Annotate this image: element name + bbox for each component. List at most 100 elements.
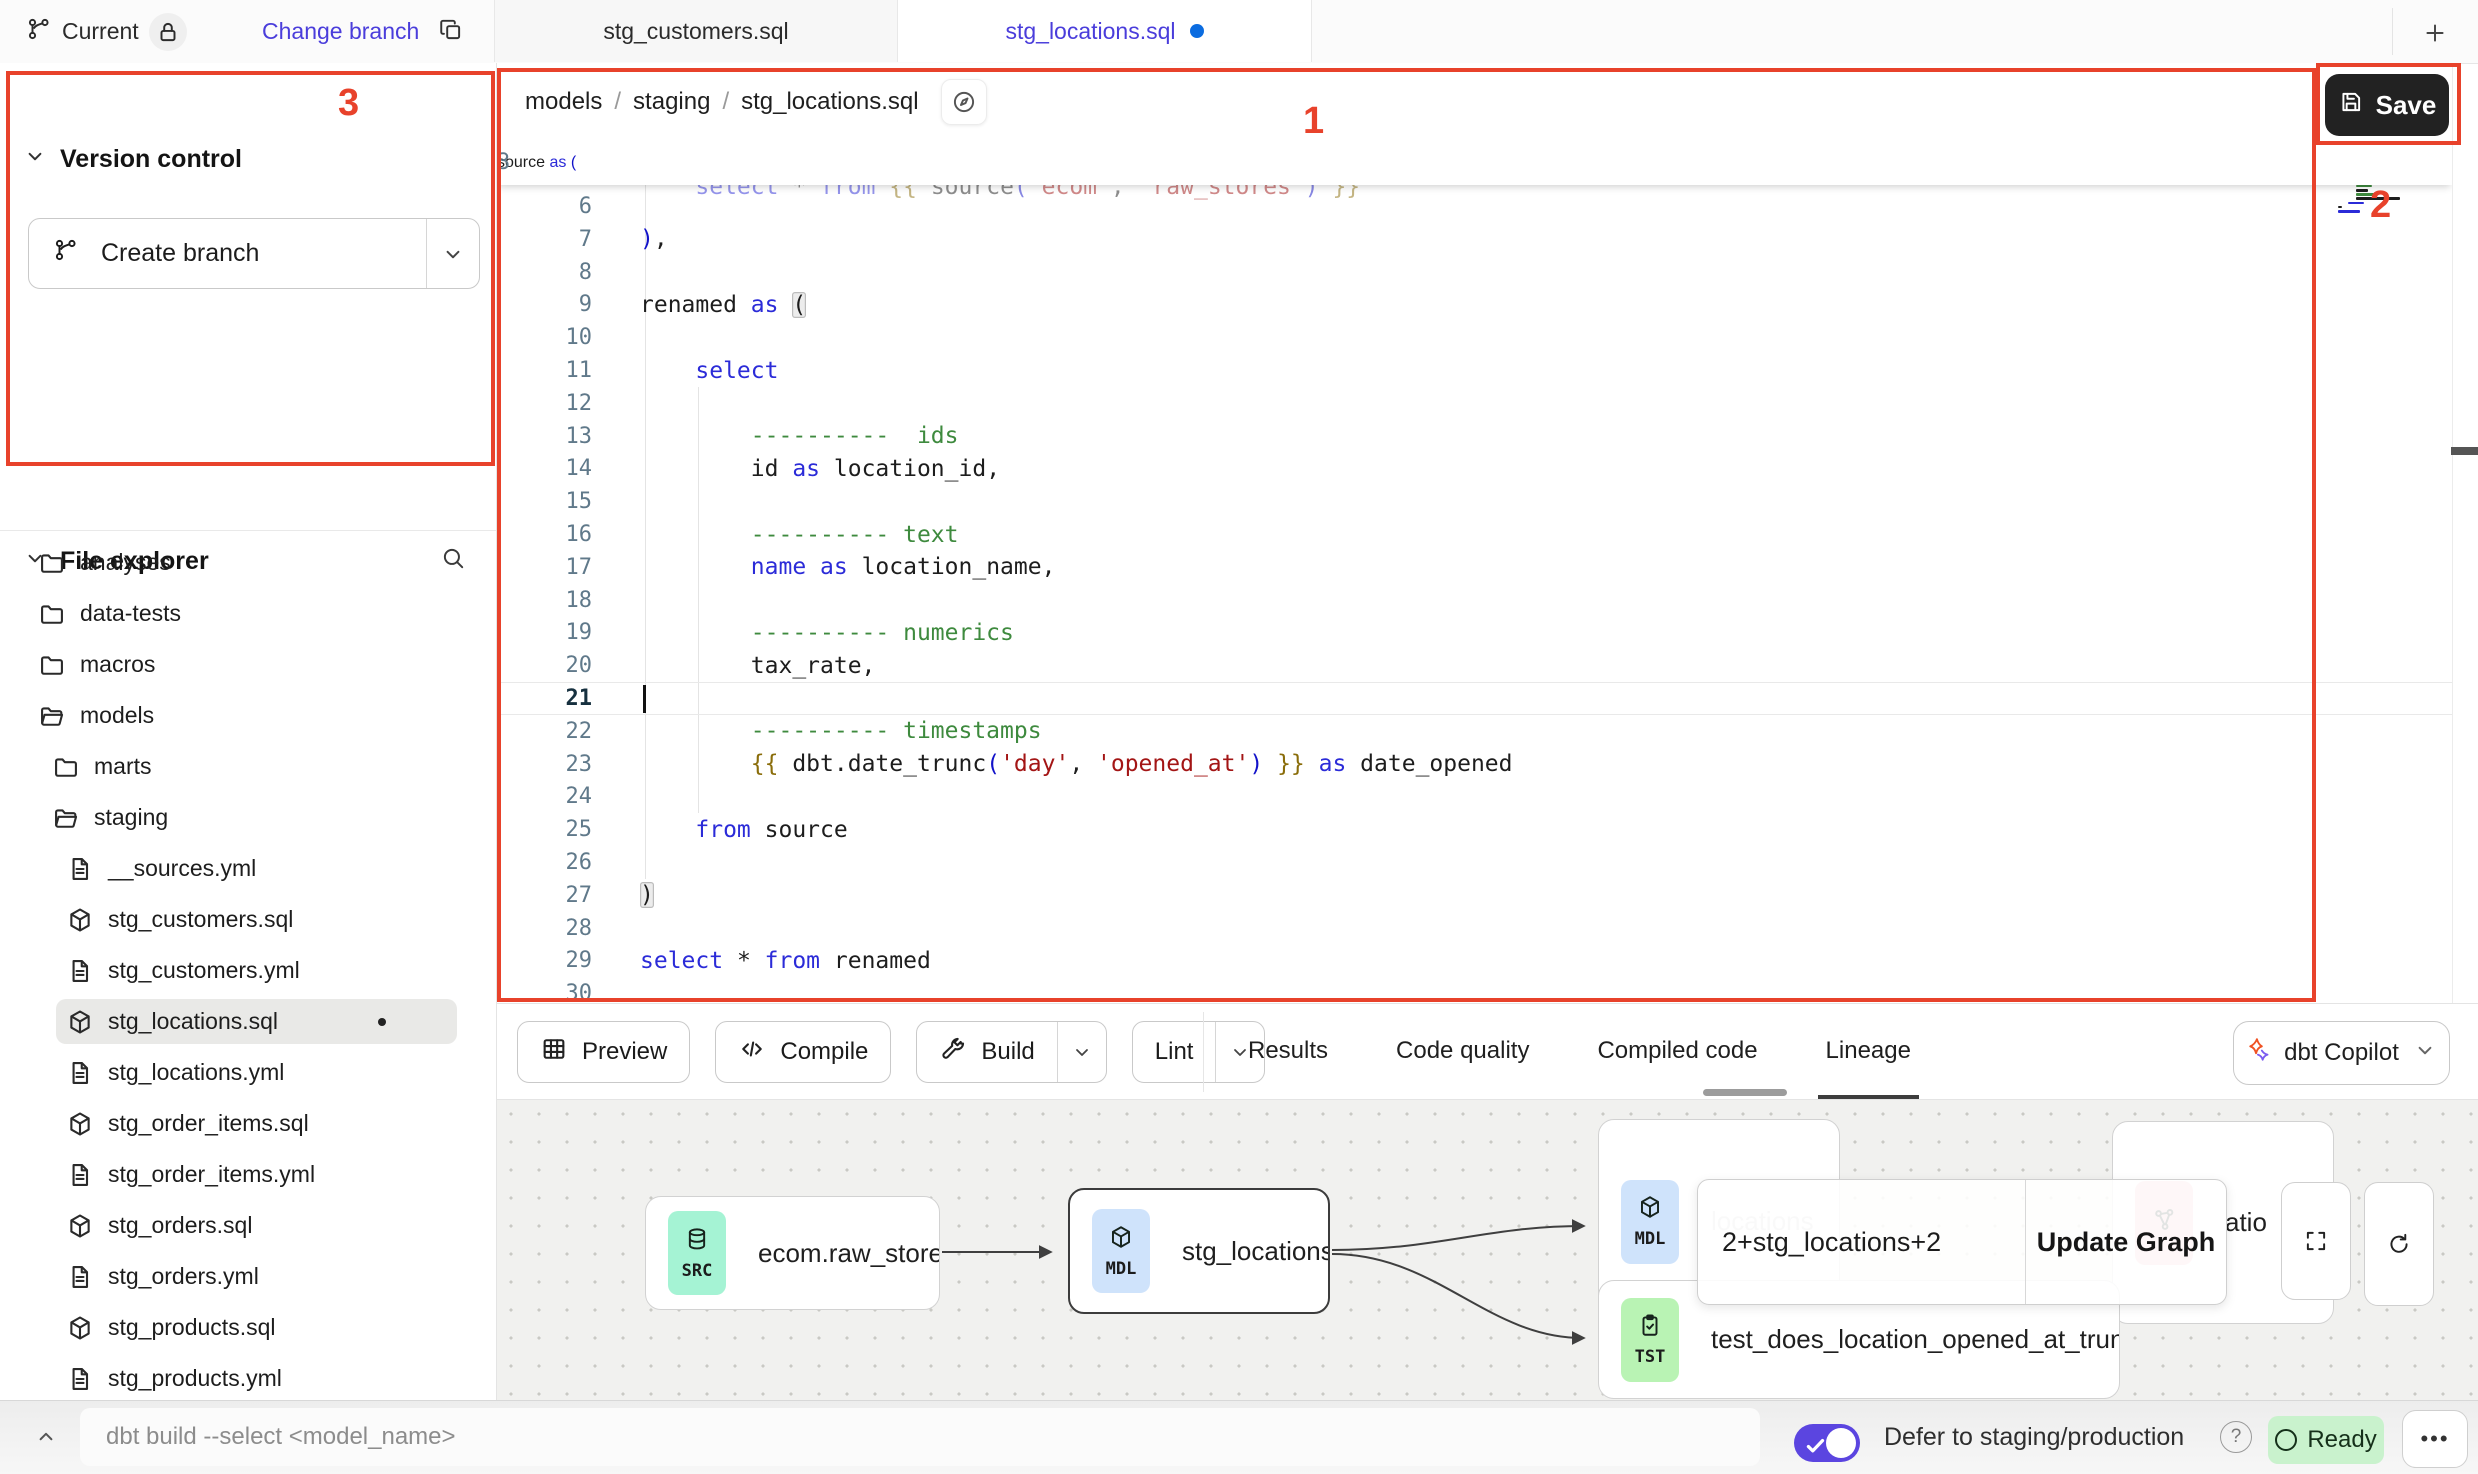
folder-open-icon — [52, 804, 80, 832]
doc-icon — [66, 1365, 94, 1393]
sidebar-item-macros[interactable]: macros — [0, 639, 497, 690]
new-tab-button[interactable] — [2420, 18, 2450, 48]
version-control-header[interactable]: Version control — [22, 143, 242, 176]
defer-label: Defer to staging/production — [1884, 1411, 2184, 1463]
command-input[interactable]: dbt build --select <model_name> — [80, 1408, 1760, 1466]
breadcrumb-segment[interactable]: staging — [633, 88, 710, 116]
tab-compiled-code[interactable]: Compiled code — [1589, 1003, 1765, 1099]
table-icon — [540, 1035, 568, 1070]
sidebar-item-stg_products.sql[interactable]: stg_products.sql — [0, 1302, 497, 1353]
sidebar-item-__sources.yml[interactable]: __sources.yml — [0, 843, 497, 894]
git-branch-icon — [53, 237, 79, 270]
folder-open-icon — [38, 702, 66, 730]
update-graph-button[interactable]: Update Graph — [2025, 1180, 2226, 1304]
cube-badge: MDL — [1621, 1180, 1679, 1264]
database-icon — [684, 1226, 710, 1257]
editor-breadcrumb-row: models/staging/stg_locations.sql — [497, 63, 2452, 140]
compile-button[interactable]: Compile — [715, 1021, 891, 1083]
build-button[interactable]: Build — [916, 1021, 1106, 1083]
code-line-17: 17 name as location_name, — [497, 551, 2452, 584]
sidebar-item-models[interactable]: models — [0, 690, 497, 741]
badge-label: TST — [1635, 1347, 1666, 1367]
sidebar-item-stg_locations.sql[interactable]: stg_locations.sql — [0, 996, 497, 1047]
editor-actions: PreviewCompileBuildLint — [517, 1021, 1265, 1083]
file-label: marts — [94, 753, 152, 780]
chevron-up-icon[interactable] — [26, 1416, 66, 1456]
doc-icon — [66, 1161, 94, 1189]
dbt-cloud-ide: Current Change branch stg_customers.sqls… — [0, 0, 2478, 1474]
tab-stg_customers.sql[interactable]: stg_customers.sql — [494, 0, 898, 62]
dbt-copilot-button[interactable]: dbt Copilot — [2233, 1021, 2450, 1085]
defer-toggle[interactable] — [1794, 1424, 1860, 1462]
cube-icon — [1637, 1194, 1663, 1225]
change-branch-link[interactable]: Change branch — [262, 0, 419, 63]
sidebar-item-data-tests[interactable]: data-tests — [0, 588, 497, 639]
text-cursor — [643, 685, 646, 713]
code-line-25: 25 from source — [497, 813, 2452, 846]
sidebar-item-stg_locations.yml[interactable]: stg_locations.yml — [0, 1047, 497, 1098]
file-label: __sources.yml — [108, 855, 256, 882]
sidebar-item-stg_products.yml[interactable]: stg_products.yml — [0, 1353, 497, 1404]
top-bar: Current Change branch stg_customers.sql s… — [0, 0, 2478, 64]
lineage-node-src-node[interactable]: SRCecom.raw_stores — [645, 1196, 940, 1310]
scrollbar-thumb[interactable] — [1703, 1089, 1787, 1096]
code-line-23: 23 {{ dbt.date_trunc('day', 'opened_at')… — [497, 748, 2452, 781]
status-circle-icon — [2275, 1429, 2297, 1451]
lineage-node-mdl-node[interactable]: MDLstg_locations — [1068, 1188, 1330, 1314]
breadcrumb-segment[interactable]: models — [525, 88, 602, 116]
sidebar-item-stg_customers.sql[interactable]: stg_customers.sql — [0, 894, 497, 945]
badge-label: MDL — [1106, 1259, 1137, 1279]
code-line-7: 7), — [497, 223, 2452, 256]
code-line-18: 18 — [497, 584, 2452, 617]
current-branch[interactable]: Current — [26, 0, 187, 63]
lineage-panel[interactable]: SRCecom.raw_storesMDLstg_locationsMDLloc… — [497, 1100, 2478, 1400]
refresh-button[interactable] — [2364, 1182, 2434, 1306]
cube-icon — [1108, 1224, 1134, 1255]
lineage-selector-input[interactable]: 2+stg_locations+2 — [1698, 1180, 2025, 1304]
tab-label: stg_locations.sql — [1005, 18, 1175, 45]
sidebar: Version control Create branch File explo… — [0, 63, 497, 1400]
build-dropdown[interactable] — [1057, 1022, 1106, 1082]
create-branch-button[interactable]: Create branch — [28, 218, 480, 289]
cube-icon — [66, 1110, 94, 1138]
tab-results[interactable]: Results — [1240, 1003, 1336, 1099]
code-line-24: 24 — [497, 780, 2452, 813]
doc-icon — [66, 1263, 94, 1291]
create-branch-dropdown[interactable] — [426, 219, 479, 288]
sidebar-item-stg_orders.sql[interactable]: stg_orders.sql — [0, 1200, 497, 1251]
more-options-button[interactable]: ••• — [2402, 1410, 2468, 1468]
sidebar-item-analyses[interactable]: analyses — [0, 537, 497, 588]
code-line-12: 12 — [497, 387, 2452, 420]
check-icon — [1803, 1433, 1829, 1464]
tab-lineage[interactable]: Lineage — [1818, 1003, 1919, 1099]
dbt-copilot-logo-icon — [2245, 1037, 2271, 1070]
code-line-10: 10 — [497, 321, 2452, 354]
sidebar-item-stg_customers.yml[interactable]: stg_customers.yml — [0, 945, 497, 996]
sidebar-item-stg_order_items.yml[interactable]: stg_order_items.yml — [0, 1149, 497, 1200]
code-line-21: 21 — [497, 682, 2452, 715]
copy-icon[interactable] — [438, 17, 464, 48]
button-label: Build — [981, 1038, 1034, 1066]
sidebar-item-staging[interactable]: staging — [0, 792, 497, 843]
sidebar-item-stg_orders.yml[interactable]: stg_orders.yml — [0, 1251, 497, 1302]
sidebar-item-marts[interactable]: marts — [0, 741, 497, 792]
save-button[interactable]: Save — [2325, 74, 2449, 136]
preview-button[interactable]: Preview — [517, 1021, 690, 1083]
tab-stg_locations.sql[interactable]: stg_locations.sql — [897, 0, 1312, 62]
breadcrumb-segment[interactable]: stg_locations.sql — [741, 88, 918, 116]
node-label: test_does_location_opened_at_trunc_t... — [1711, 1324, 2119, 1355]
code-line-22: 22 ---------- timestamps — [497, 715, 2452, 748]
fullscreen-button[interactable] — [2281, 1182, 2351, 1300]
cube-icon — [66, 1212, 94, 1240]
wrench-icon — [939, 1035, 967, 1070]
code-line-13: 13 ---------- ids — [497, 420, 2452, 453]
sidebar-item-stg_order_items.sql[interactable]: stg_order_items.sql — [0, 1098, 497, 1149]
copilot-icon[interactable] — [941, 79, 987, 125]
database-badge: SRC — [668, 1211, 726, 1295]
tabbar-divider — [2392, 8, 2393, 55]
code-editor[interactable]: select * from {{ source('ecom', 'raw_sto… — [497, 140, 2452, 1003]
panel-resize-handle[interactable] — [2451, 447, 2478, 455]
tab-code-quality[interactable]: Code quality — [1388, 1003, 1537, 1099]
clipboard-badge: TST — [1621, 1298, 1679, 1382]
help-icon[interactable]: ? — [2220, 1421, 2252, 1453]
